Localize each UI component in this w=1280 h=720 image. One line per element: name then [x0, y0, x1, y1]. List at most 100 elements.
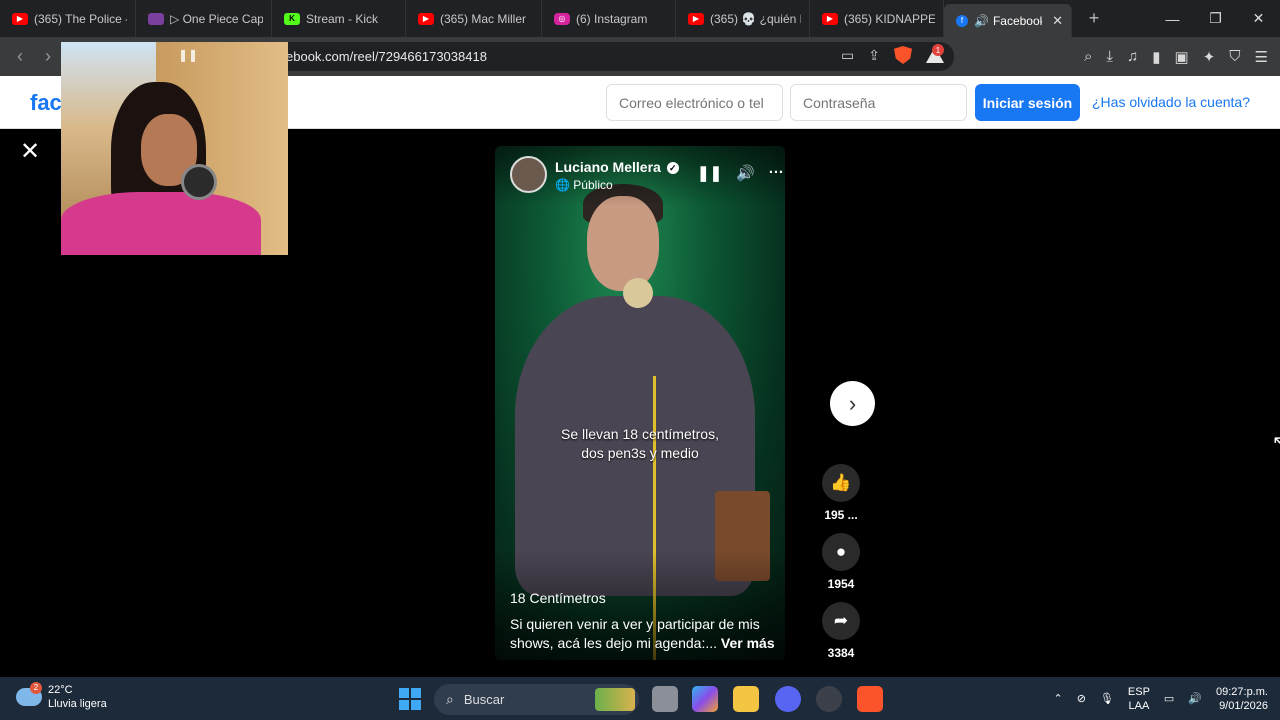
like-count: 195 ... — [824, 508, 858, 522]
search-highlight-image — [595, 688, 635, 711]
close-window-icon[interactable]: ✕ — [1237, 0, 1280, 37]
weather-text: 22°C Lluvia ligera — [48, 683, 107, 711]
taskbar-search[interactable]: ⌕ Buscar — [434, 684, 639, 715]
task-view-icon[interactable] — [652, 686, 678, 712]
facebook-logo[interactable]: fac — [30, 90, 62, 116]
pause-icon[interactable]: ❚❚ — [697, 164, 722, 182]
cast-icon[interactable]: ▭ — [841, 47, 854, 64]
download-icon[interactable]: ⤓ — [1106, 48, 1113, 65]
tab-title: (365) 💀 ¿quién M — [710, 11, 801, 26]
display-icon[interactable]: ▭ — [1164, 692, 1174, 705]
clock-date: 9/01/2026 — [1219, 699, 1268, 712]
tab-title: (6) Instagram — [576, 11, 648, 26]
more-options-icon[interactable]: ··· — [769, 164, 784, 182]
tab-youtube-kidnapped[interactable]: ▶ (365) KIDNAPPED — [810, 0, 944, 37]
close-tab-icon[interactable]: ✕ — [1052, 13, 1063, 29]
tab-title: Stream - Kick — [306, 11, 379, 26]
reel-video[interactable]: Luciano Mellera ✓ 🌐 Público ❚❚ 🔊 ··· Se l… — [495, 146, 785, 660]
tab-title: (365) The Police - — [34, 11, 127, 26]
comment-action[interactable]: ● 1954 — [818, 533, 864, 591]
brave-browser-icon[interactable] — [857, 686, 883, 712]
privacy-text: Público — [573, 178, 613, 192]
vpn-icon[interactable]: ⛉ — [1229, 48, 1240, 65]
start-menu-icon[interactable] — [399, 688, 421, 710]
tab-one-piece[interactable]: ▷ One Piece Cap — [136, 0, 272, 37]
tab-instagram[interactable]: ◎ (6) Instagram — [542, 0, 676, 37]
keyboard-layout: LAA — [1128, 699, 1150, 712]
subtitle-line-1: Se llevan 18 centímetros, — [561, 426, 719, 442]
search-icon: ⌕ — [446, 691, 454, 707]
webcam-microphone — [181, 164, 217, 200]
new-tab-button[interactable]: + — [1082, 8, 1106, 29]
see-more-link[interactable]: Ver más — [721, 635, 775, 651]
kick-icon: K — [284, 12, 300, 25]
chevron-up-icon[interactable]: ⌃ — [1053, 692, 1062, 705]
url-text: ebook.com/reel/729466173038418 — [286, 49, 487, 64]
system-tray: ⌃ ⊘ 🎙 ESP LAA ▭ 🔊 09:27:p.m. 9/01/2026 — [1053, 677, 1268, 720]
menu-icon[interactable]: ☰ — [1255, 48, 1268, 66]
tab-kick-stream[interactable]: K Stream - Kick — [272, 0, 406, 37]
weather-condition: Lluvia ligera — [48, 698, 107, 710]
tab-facebook-active[interactable]: f 🔊 Facebook ✕ — [944, 4, 1072, 37]
back-icon[interactable]: ‹ — [6, 46, 34, 67]
mouse-cursor-icon: ↖ — [1272, 432, 1280, 452]
tab-title: (365) KIDNAPPED — [844, 11, 935, 26]
forgot-account-link[interactable]: ¿Has olvidado la cuenta? — [1092, 94, 1250, 110]
share-arrow-icon[interactable]: ➦ — [822, 602, 860, 640]
network-off-icon[interactable]: ⊘ — [1077, 692, 1086, 705]
facebook-icon: f — [956, 14, 968, 27]
webcam-overlay: ❚❚ — [61, 42, 288, 255]
wallet-icon[interactable]: ▣ — [1175, 48, 1189, 66]
author-name[interactable]: Luciano Mellera ✓ — [555, 159, 679, 175]
tab-title: (365) Mac Miller — [440, 11, 527, 26]
subtitle-line-2: dos pen3s y medio — [581, 445, 699, 461]
address-bar-icons: ▭ ⇪ — [841, 46, 944, 64]
microphone-icon[interactable]: 🎙 — [1100, 692, 1114, 705]
obs-icon[interactable] — [816, 686, 842, 712]
browser-tab-strip: ▶ (365) The Police - ▷ One Piece Cap K S… — [0, 0, 1280, 37]
language-indicator[interactable]: ESP LAA — [1128, 685, 1150, 713]
chevron-right-icon: › — [848, 390, 857, 416]
video-subtitle: Se llevan 18 centímetros, dos pen3s y me… — [495, 425, 785, 463]
windows-taskbar: 2 22°C Lluvia ligera ⌕ Buscar ⌃ ⊘ 🎙 ESP … — [0, 677, 1280, 720]
tab-title: Facebook — [992, 13, 1043, 28]
author-name-text: Luciano Mellera — [555, 159, 661, 175]
share-action[interactable]: ➦ 3384 — [818, 602, 864, 660]
clock-time: 09:27:p.m. — [1216, 685, 1268, 698]
reader-mode-icon[interactable]: ⌕ — [1084, 48, 1092, 65]
clock[interactable]: 09:27:p.m. 9/01/2026 — [1216, 685, 1268, 713]
speaker-icon: 🔊 — [974, 13, 989, 28]
microsoft-365-icon[interactable] — [692, 686, 718, 712]
weather-widget[interactable]: 2 22°C Lluvia ligera — [16, 682, 107, 711]
leo-ai-icon[interactable]: ✦ — [1203, 48, 1216, 66]
music-icon[interactable]: ♫ — [1127, 48, 1138, 65]
close-viewer-icon[interactable]: ✕ — [20, 137, 40, 166]
minimize-icon[interactable]: — — [1151, 0, 1194, 37]
thumbs-up-icon[interactable]: 👍 — [822, 464, 860, 502]
brave-shield-icon[interactable] — [894, 46, 912, 64]
next-reel-button[interactable]: › — [830, 381, 875, 426]
comment-icon[interactable]: ● — [822, 533, 860, 571]
discord-icon[interactable] — [775, 686, 801, 712]
share-icon[interactable]: ⇪ — [868, 47, 880, 64]
like-action[interactable]: 👍 195 ... — [818, 464, 864, 522]
author-avatar[interactable] — [510, 156, 547, 193]
file-explorer-icon[interactable] — [733, 686, 759, 712]
reel-description: Si quieren venir a ver y participar de m… — [510, 615, 780, 653]
youtube-icon: ▶ — [12, 12, 28, 25]
sidebar-icon[interactable]: ▮ — [1152, 48, 1160, 66]
password-field[interactable] — [790, 84, 967, 121]
privacy-label: 🌐 Público — [555, 178, 613, 192]
tab-youtube-mac-miller[interactable]: ▶ (365) Mac Miller — [406, 0, 542, 37]
video-microphone — [623, 278, 653, 308]
restore-icon[interactable]: ❐ — [1194, 0, 1237, 37]
volume-icon[interactable]: 🔊 — [736, 164, 755, 182]
email-field[interactable] — [606, 84, 783, 121]
tab-youtube-police[interactable]: ▶ (365) The Police - — [0, 0, 136, 37]
volume-icon[interactable]: 🔊 — [1188, 692, 1202, 705]
login-button[interactable]: Iniciar sesión — [975, 84, 1080, 121]
anime-icon — [148, 12, 164, 25]
forward-icon[interactable]: › — [34, 46, 62, 67]
instagram-icon: ◎ — [554, 12, 570, 25]
tab-youtube-quien[interactable]: ▶ (365) 💀 ¿quién M — [676, 0, 810, 37]
